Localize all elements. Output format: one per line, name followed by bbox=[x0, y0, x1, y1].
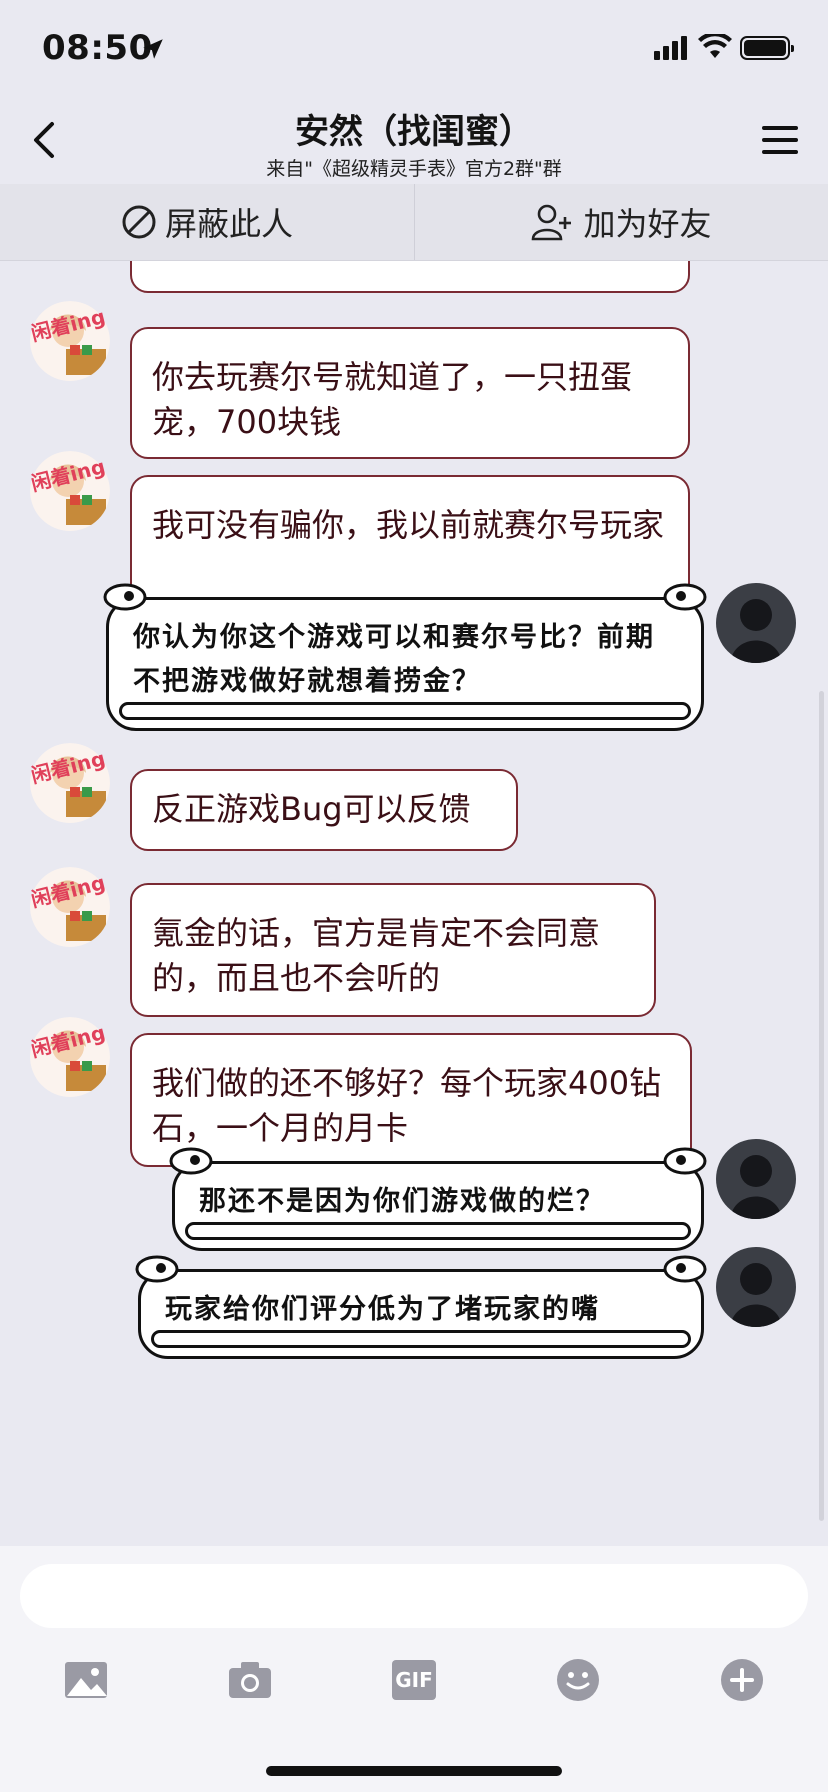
emoji-button[interactable] bbox=[554, 1656, 602, 1704]
plus-icon bbox=[721, 1659, 763, 1701]
gif-label: GIF bbox=[395, 1668, 433, 1692]
emoji-icon bbox=[557, 1659, 599, 1701]
avatar-self[interactable] bbox=[716, 1139, 796, 1219]
message-bubble[interactable]: 我们做的还不够好？每个玩家400钻石，一个月的月卡 bbox=[130, 1033, 692, 1167]
message-bubble[interactable]: 氪金的话，官方是肯定不会同意的，而且也不会听的 bbox=[130, 883, 656, 1017]
wifi-icon bbox=[698, 34, 732, 58]
block-icon bbox=[122, 205, 156, 239]
location-arrow-icon bbox=[143, 39, 163, 59]
message-text: 那还不是因为你们游戏做的烂？ bbox=[199, 1186, 605, 1217]
message-text: 玩家给你们评分低为了堵玩家的嘴 bbox=[165, 1294, 600, 1325]
composer: GIF bbox=[0, 1546, 828, 1792]
eyes-decoration-icon bbox=[169, 1147, 213, 1175]
message-bubble[interactable]: 你去玩赛尔号就知道了，一只扭蛋宠，700块钱 bbox=[130, 327, 690, 459]
add-friend-button[interactable]: 加为好友 bbox=[415, 184, 828, 260]
nav-bar: 安然（找闺蜜） 来自"《超级精灵手表》官方2群"群 bbox=[0, 96, 828, 184]
action-bar: 屏蔽此人 加为好友 bbox=[0, 184, 828, 261]
message-bubble[interactable]: 我可没有骗你，我以前就赛尔号玩家 bbox=[130, 475, 690, 609]
chat-title: 安然（找闺蜜） bbox=[295, 112, 533, 152]
menu-icon[interactable] bbox=[762, 124, 798, 156]
message-bubble-partial[interactable] bbox=[130, 261, 690, 293]
eyes-decoration-icon bbox=[663, 1147, 707, 1175]
status-bar: 08:50 bbox=[0, 0, 828, 96]
message-input[interactable] bbox=[20, 1564, 808, 1628]
eyes-decoration-icon bbox=[663, 583, 707, 611]
message-bubble-self[interactable]: 那还不是因为你们游戏做的烂？ bbox=[172, 1161, 704, 1251]
message-text: 你认为你这个游戏可以和赛尔号比？前期不把游戏做好就想着捞金？ bbox=[133, 622, 655, 697]
gif-button[interactable]: GIF bbox=[390, 1656, 438, 1704]
chat-area[interactable]: 闲着ing 你去玩赛尔号就知道了，一只扭蛋宠，700块钱 闲着ing 我可没有骗… bbox=[0, 261, 828, 1546]
camera-button[interactable] bbox=[226, 1656, 274, 1704]
image-button[interactable] bbox=[62, 1656, 110, 1704]
message-bubble-self[interactable]: 玩家给你们评分低为了堵玩家的嘴 bbox=[138, 1269, 704, 1359]
message-bubble[interactable]: 反正游戏Bug可以反馈 bbox=[130, 769, 518, 851]
scrollbar[interactable] bbox=[819, 691, 824, 1521]
message-text: 我们做的还不够好？每个玩家400钻石，一个月的月卡 bbox=[152, 1064, 662, 1147]
cellular-signal-icon bbox=[654, 36, 687, 60]
battery-icon bbox=[740, 36, 794, 60]
status-time: 08:50 bbox=[42, 28, 153, 68]
avatar-self[interactable] bbox=[716, 583, 796, 663]
gif-icon: GIF bbox=[392, 1660, 436, 1700]
plus-button[interactable] bbox=[718, 1656, 766, 1704]
avatar-self[interactable] bbox=[716, 1247, 796, 1327]
message-text: 氪金的话，官方是肯定不会同意的，而且也不会听的 bbox=[152, 914, 601, 997]
block-user-label: 屏蔽此人 bbox=[164, 205, 293, 243]
home-indicator[interactable] bbox=[266, 1766, 562, 1776]
block-user-button[interactable]: 屏蔽此人 bbox=[0, 184, 414, 260]
eyes-decoration-icon bbox=[663, 1255, 707, 1283]
message-text: 反正游戏Bug可以反馈 bbox=[152, 790, 471, 828]
add-friend-label: 加为好友 bbox=[583, 205, 712, 243]
image-icon bbox=[65, 1662, 107, 1698]
message-text: 你去玩赛尔号就知道了，一只扭蛋宠，700块钱 bbox=[152, 358, 633, 441]
eyes-decoration-icon bbox=[103, 583, 147, 611]
chat-subtitle: 来自"《超级精灵手表》官方2群"群 bbox=[266, 158, 562, 180]
message-bubble-self[interactable]: 你认为你这个游戏可以和赛尔号比？前期不把游戏做好就想着捞金？ bbox=[106, 597, 704, 731]
camera-icon bbox=[229, 1662, 271, 1698]
add-friend-icon bbox=[532, 204, 572, 241]
message-text: 我可没有骗你，我以前就赛尔号玩家 bbox=[152, 506, 665, 544]
eyes-decoration-icon bbox=[135, 1255, 179, 1283]
